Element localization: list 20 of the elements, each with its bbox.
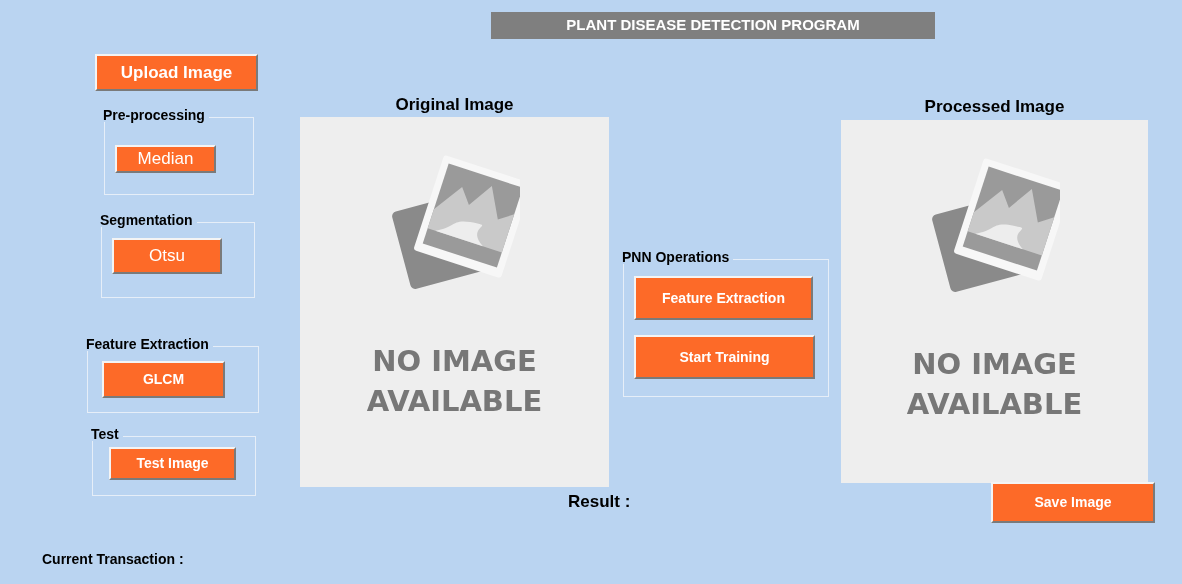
window-title: PLANT DISEASE DETECTION PROGRAM [491,12,935,39]
panel-title: Segmentation [100,213,197,227]
panel-button[interactable]: Otsu [112,238,222,274]
image-title: Original Image [394,94,515,116]
pnn-button[interactable]: Start Training [634,335,815,379]
panel-button[interactable]: Median [115,145,216,173]
panel-title: Pre-processing [103,108,209,122]
status-label: Current Transaction : [42,550,184,569]
panel-title: PNN Operations [622,250,734,264]
result-label: Result : [568,491,631,513]
panel-button[interactable]: GLCM [102,361,225,398]
upload-button[interactable]: Upload Image [95,54,258,91]
image-title: Processed Image [923,96,1066,118]
pnn-button[interactable]: Feature Extraction [634,276,813,320]
placeholder-text: NO IMAGE AVAILABLE [365,343,544,420]
save-button[interactable]: Save Image [991,482,1155,523]
placeholder-text: NO IMAGE AVAILABLE [905,346,1084,423]
panel-button[interactable]: Test Image [109,447,236,480]
panel-title: Test [91,427,123,441]
panel-title: Feature Extraction [86,337,213,351]
